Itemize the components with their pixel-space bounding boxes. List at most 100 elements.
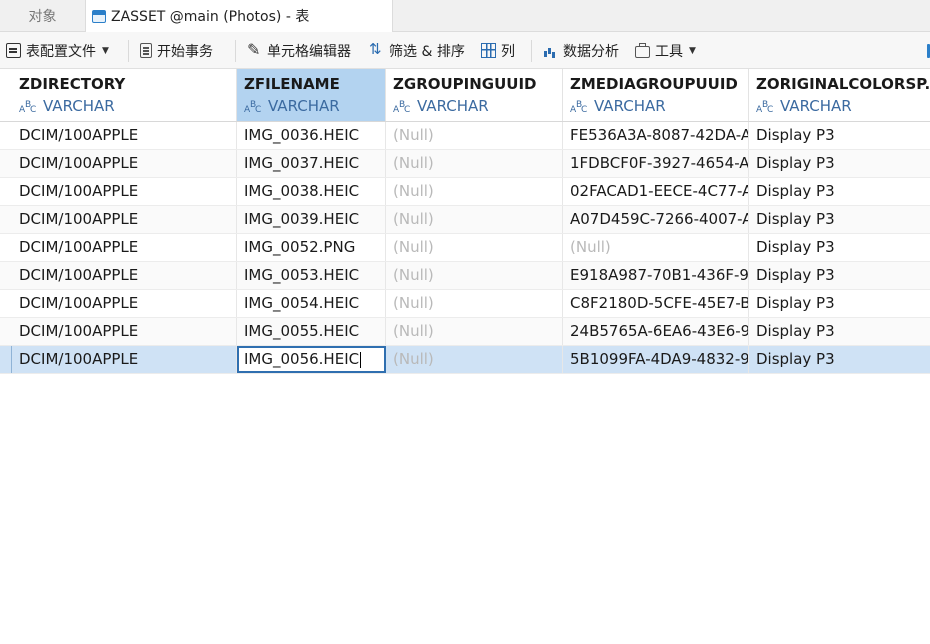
cell-zoriginalcolorspace[interactable]: Display P3 <box>749 346 930 373</box>
cell-zgroupinguuid[interactable]: (Null) <box>386 262 563 289</box>
toolbox-icon <box>635 42 650 58</box>
cell-zoriginalcolorspace[interactable]: Display P3 <box>749 150 930 177</box>
table-row[interactable]: DCIM/100APPLE IMG_0038.HEIC (Null) 02FAC… <box>0 178 930 206</box>
cell-zfilename[interactable]: IMG_0036.HEIC <box>237 122 386 149</box>
cell-zgroupinguuid[interactable]: (Null) <box>386 234 563 261</box>
cell-zgroupinguuid[interactable]: (Null) <box>386 318 563 345</box>
grid-header: ZDIRECTORY ABC VARCHAR ZFILENAME ABC VAR… <box>0 69 930 122</box>
filter-sort-icon <box>369 40 384 58</box>
tab-objects[interactable]: 对象 <box>0 0 85 32</box>
cell-zfilename[interactable]: IMG_0038.HEIC <box>237 178 386 205</box>
row-selection-marker <box>0 346 12 373</box>
table-row[interactable]: DCIM/100APPLE IMG_0053.HEIC (Null) E918A… <box>0 262 930 290</box>
begin-transaction-button[interactable]: 开始事务 <box>140 32 213 69</box>
data-analysis-button[interactable]: 数据分析 <box>543 32 619 69</box>
toolbar-divider <box>235 40 236 62</box>
data-grid: ZDIRECTORY ABC VARCHAR ZFILENAME ABC VAR… <box>0 69 930 374</box>
column-type-label: VARCHAR <box>268 97 340 115</box>
cell-zgroupinguuid[interactable]: (Null) <box>386 178 563 205</box>
cell-zmediagroupuuid[interactable]: C8F2180D-5CFE-45E7-B. <box>563 290 749 317</box>
table-row[interactable]: DCIM/100APPLE IMG_0055.HEIC (Null) 24B57… <box>0 318 930 346</box>
cell-zmediagroupuuid[interactable]: A07D459C-7266-4007-A <box>563 206 749 233</box>
cell-zdirectory[interactable]: DCIM/100APPLE <box>12 346 237 373</box>
cell-zmediagroupuuid[interactable]: 1FDBCF0F-3927-4654-A <box>563 150 749 177</box>
column-type: ABC VARCHAR <box>19 96 236 116</box>
cell-editor-label: 单元格编辑器 <box>267 43 351 60</box>
cell-zfilename[interactable]: IMG_0055.HEIC <box>237 318 386 345</box>
column-name: ZFILENAME <box>244 75 340 93</box>
edit-icon <box>247 40 262 59</box>
column-type-label: VARCHAR <box>780 97 852 115</box>
cell-zgroupinguuid[interactable]: (Null) <box>386 150 563 177</box>
table-config-label: 表配置文件 <box>26 43 96 60</box>
cell-zgroupinguuid[interactable]: (Null) <box>386 122 563 149</box>
text-type-icon: ABC <box>393 100 411 115</box>
tab-zasset-table[interactable]: ZASSET @main (Photos) - 表 <box>85 0 393 32</box>
table-config-icon <box>6 43 21 58</box>
cell-zfilename[interactable]: IMG_0037.HEIC <box>237 150 386 177</box>
cell-zoriginalcolorspace[interactable]: Display P3 <box>749 262 930 289</box>
cell-zdirectory[interactable]: DCIM/100APPLE <box>12 206 237 233</box>
cell-zmediagroupuuid[interactable]: 02FACAD1-EECE-4C77-A <box>563 178 749 205</box>
cell-zfilename-editing[interactable]: IMG_0056.HEIC <box>237 346 386 373</box>
tab-bar: 对象 ZASSET @main (Photos) - 表 <box>0 0 930 32</box>
cell-zoriginalcolorspace[interactable]: Display P3 <box>749 178 930 205</box>
text-cursor <box>360 351 362 368</box>
cell-zmediagroupuuid[interactable]: FE536A3A-8087-42DA-A <box>563 122 749 149</box>
cell-zmediagroupuuid[interactable]: E918A987-70B1-436F-9E <box>563 262 749 289</box>
cell-zoriginalcolorspace[interactable]: Display P3 <box>749 122 930 149</box>
column-header-zdirectory[interactable]: ZDIRECTORY ABC VARCHAR <box>12 69 237 121</box>
cell-zoriginalcolorspace[interactable]: Display P3 <box>749 234 930 261</box>
transaction-icon <box>140 43 152 58</box>
column-header-zoriginalcolorspace[interactable]: ZORIGINALCOLORSP. ABC VARCHAR <box>749 69 930 121</box>
table-row[interactable]: DCIM/100APPLE IMG_0036.HEIC (Null) FE536… <box>0 122 930 150</box>
cell-zdirectory[interactable]: DCIM/100APPLE <box>12 262 237 289</box>
table-row[interactable]: DCIM/100APPLE IMG_0037.HEIC (Null) 1FDBC… <box>0 150 930 178</box>
cell-zfilename[interactable]: IMG_0052.PNG <box>237 234 386 261</box>
table-row[interactable]: DCIM/100APPLE IMG_0052.PNG (Null) (Null)… <box>0 234 930 262</box>
columns-label: 列 <box>501 43 515 60</box>
cell-zfilename[interactable]: IMG_0054.HEIC <box>237 290 386 317</box>
column-name: ZDIRECTORY <box>19 75 126 93</box>
column-name: ZMEDIAGROUPUUID <box>570 75 738 93</box>
column-header-zfilename[interactable]: ZFILENAME ABC VARCHAR <box>237 69 386 121</box>
cell-zdirectory[interactable]: DCIM/100APPLE <box>12 234 237 261</box>
cell-editor-button[interactable]: 单元格编辑器 <box>247 32 351 69</box>
cell-zdirectory[interactable]: DCIM/100APPLE <box>12 150 237 177</box>
cell-zgroupinguuid[interactable]: (Null) <box>386 346 563 373</box>
data-analysis-label: 数据分析 <box>563 43 619 60</box>
cell-zfilename[interactable]: IMG_0039.HEIC <box>237 206 386 233</box>
table-row[interactable]: DCIM/100APPLE IMG_0039.HEIC (Null) A07D4… <box>0 206 930 234</box>
text-type-icon: ABC <box>570 100 588 115</box>
cell-zoriginalcolorspace[interactable]: Display P3 <box>749 206 930 233</box>
cell-zmediagroupuuid[interactable]: 5B1099FA-4DA9-4832-9 <box>563 346 749 373</box>
table-row-selected[interactable]: DCIM/100APPLE IMG_0056.HEIC (Null) 5B109… <box>0 346 930 374</box>
column-name: ZORIGINALCOLORSP. <box>756 75 930 93</box>
cell-zdirectory[interactable]: DCIM/100APPLE <box>12 178 237 205</box>
cell-zmediagroupuuid[interactable]: (Null) <box>563 234 749 261</box>
cell-zgroupinguuid[interactable]: (Null) <box>386 206 563 233</box>
filter-sort-button[interactable]: 筛选 & 排序 <box>369 32 465 69</box>
cell-zdirectory[interactable]: DCIM/100APPLE <box>12 318 237 345</box>
text-type-icon: ABC <box>19 100 37 115</box>
chevron-down-icon: ▼ <box>102 45 109 56</box>
table-icon <box>92 9 106 23</box>
toolbar-divider <box>531 40 532 62</box>
tools-button[interactable]: 工具 ▼ <box>635 32 696 69</box>
cell-zmediagroupuuid[interactable]: 24B5765A-6EA6-43E6-9 <box>563 318 749 345</box>
cell-zgroupinguuid[interactable]: (Null) <box>386 290 563 317</box>
columns-button[interactable]: 列 <box>481 32 515 69</box>
cell-zfilename[interactable]: IMG_0053.HEIC <box>237 262 386 289</box>
column-header-zmediagroupuuid[interactable]: ZMEDIAGROUPUUID ABC VARCHAR <box>563 69 749 121</box>
columns-icon <box>481 43 496 58</box>
table-row[interactable]: DCIM/100APPLE IMG_0054.HEIC (Null) C8F21… <box>0 290 930 318</box>
column-header-zgroupinguuid[interactable]: ZGROUPINGUUID ABC VARCHAR <box>386 69 563 121</box>
filter-sort-label: 筛选 & 排序 <box>389 43 465 60</box>
column-type: ABC VARCHAR <box>570 96 748 116</box>
cell-zdirectory[interactable]: DCIM/100APPLE <box>12 122 237 149</box>
cell-zoriginalcolorspace[interactable]: Display P3 <box>749 318 930 345</box>
cell-zdirectory[interactable]: DCIM/100APPLE <box>12 290 237 317</box>
cell-zoriginalcolorspace[interactable]: Display P3 <box>749 290 930 317</box>
table-config-button[interactable]: 表配置文件 ▼ <box>6 32 109 69</box>
tab-objects-label: 对象 <box>28 9 57 25</box>
